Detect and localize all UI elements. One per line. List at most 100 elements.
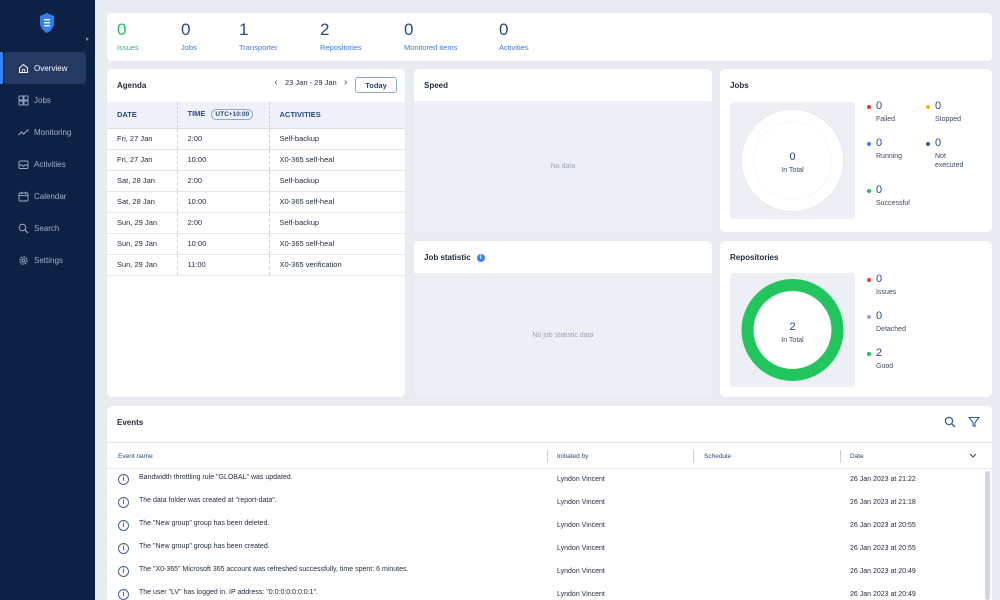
event-row[interactable]: i Bandwidth throttling rule "GLOBAL" was … [107, 470, 983, 493]
stat-jobs[interactable]: 0 Jobs [181, 20, 197, 52]
event-row[interactable]: i The "New group" group has been deleted.… [107, 516, 983, 539]
agenda-row[interactable]: Sun, 29 Jan 11:00 X0-365 verification [107, 254, 405, 276]
event-date: 26 Jan 2023 at 20:49 [850, 568, 916, 575]
jobs-donut-chart: 0 In Total [741, 109, 844, 212]
jobs-legend-running[interactable]: 0 Running [867, 137, 902, 161]
job-statistic-title: Job statistic [424, 253, 471, 262]
info-icon: i [118, 474, 129, 485]
event-initiated-by: Lyndon Vincent [557, 591, 605, 598]
repositories-legend-good[interactable]: 2 Good [867, 347, 893, 371]
event-name: The "New group" group has been created. [139, 543, 270, 550]
agenda-row[interactable]: Fri, 27 Jan 2:00 Self-backup [107, 128, 405, 150]
sidebar-item-label: Jobs [34, 95, 51, 105]
repositories-card: Repositories 2 In Total 0 Issues 0 Detac… [720, 241, 992, 397]
stat-value: 2 [320, 20, 330, 39]
info-icon: i [118, 520, 129, 531]
agenda-date: Sun, 29 Jan [107, 212, 177, 234]
column-divider[interactable] [693, 450, 694, 463]
stat-value: 0 [499, 20, 509, 39]
agenda-row[interactable]: Sat, 28 Jan 2:00 Self-backup [107, 170, 405, 192]
search-icon[interactable] [944, 416, 956, 428]
col-date[interactable]: Date [850, 443, 864, 470]
stat-label: Monitored items [404, 43, 458, 52]
agenda-activity: X0-365 verification [268, 254, 405, 276]
chevron-right-icon[interactable]: › [340, 77, 352, 88]
agenda-activity: X0-365 self-heal [268, 233, 405, 255]
jobs-legend-failed[interactable]: 0 Failed [867, 100, 895, 124]
agenda-date-nav: ‹ 23 Jan - 29 Jan › [270, 77, 352, 88]
agenda-row[interactable]: Fri, 27 Jan 10:00 X0-365 self-heal [107, 149, 405, 171]
event-initiated-by: Lyndon Vincent [557, 499, 605, 506]
status-dot [867, 315, 871, 320]
event-name: The "X0-365" Microsoft 365 account was r… [139, 566, 409, 573]
sidebar-item-calendar[interactable]: Calendar [0, 180, 95, 212]
shield-logo-icon[interactable] [38, 12, 56, 34]
repositories-legend-issues[interactable]: 0 Issues [867, 273, 896, 297]
events-scrollbar[interactable] [985, 471, 990, 600]
event-row[interactable]: i The "New group" group has been created.… [107, 539, 983, 562]
legend-value: 0 [876, 184, 883, 196]
home-icon [18, 63, 29, 74]
stat-label: Transporter [239, 43, 278, 52]
sidebar-item-jobs[interactable]: Jobs [0, 84, 95, 116]
status-dot [867, 278, 871, 283]
col-time: TIME UTC+10:00 [176, 102, 269, 129]
sidebar-item-search[interactable]: Search [0, 212, 95, 244]
jobs-total-value: 0 [789, 151, 795, 163]
agenda-table: DATE TIME UTC+10:00 ACTIVITIES Fri, 27 Ja… [107, 102, 405, 276]
event-row[interactable]: i The user "LV" has logged in. IP address… [107, 585, 983, 600]
column-divider[interactable] [840, 450, 841, 463]
collapse-arrow-icon[interactable] [86, 37, 89, 41]
stat-activities[interactable]: 0 Activities [499, 20, 529, 52]
event-name: The data folder was created at "report-d… [139, 497, 277, 504]
sidebar-item-overview[interactable]: Overview [0, 52, 86, 84]
today-button[interactable]: Today [355, 77, 397, 93]
jobs-legend-not-executed[interactable]: 0 Not executed [926, 137, 976, 170]
event-row[interactable]: i The data folder was created at "report-… [107, 493, 983, 516]
agenda-row[interactable]: Sun, 29 Jan 2:00 Self-backup [107, 212, 405, 234]
column-divider[interactable] [547, 450, 548, 463]
info-icon[interactable]: i [476, 253, 485, 262]
legend-label: Stopped [935, 116, 962, 123]
col-schedule[interactable]: Schedule [704, 443, 731, 470]
col-activities: ACTIVITIES [268, 102, 405, 129]
legend-label: Failed [876, 116, 896, 123]
stat-value: 1 [239, 20, 249, 39]
col-event-name[interactable]: Event name [118, 443, 153, 470]
agenda-time: 2:00 [176, 212, 269, 234]
stat-monitored-items[interactable]: 0 Monitored items [404, 20, 457, 52]
col-initiated-by[interactable]: Initiated by [557, 443, 588, 470]
chevron-down-icon[interactable] [969, 453, 977, 459]
event-row[interactable]: i The "X0-365" Microsoft 365 account was … [107, 562, 983, 585]
sidebar-item-activities[interactable]: Activities [0, 148, 95, 180]
stat-label: Jobs [181, 43, 197, 52]
chevron-left-icon[interactable]: ‹ [270, 77, 282, 88]
agenda-time: 2:00 [176, 128, 269, 150]
jobs-legend-successful[interactable]: 0 Successful [867, 184, 910, 208]
stat-issues[interactable]: 0 Issues [117, 20, 139, 52]
event-initiated-by: Lyndon Vincent [557, 522, 605, 529]
repositories-total-label: In Total [781, 337, 804, 344]
calendar-icon [18, 191, 29, 202]
sidebar-item-label: Overview [34, 63, 68, 73]
repositories-legend-detached[interactable]: 0 Detached [867, 310, 906, 334]
sidebar-item-settings[interactable]: Settings [0, 244, 95, 276]
stat-repositories[interactable]: 2 Repositories [320, 20, 362, 52]
speed-title: Speed [424, 81, 449, 90]
agenda-date: Fri, 27 Jan [107, 149, 177, 171]
agenda-row[interactable]: Sun, 29 Jan 10:00 X0-365 self-heal [107, 233, 405, 255]
sidebar-item-monitoring[interactable]: Monitoring [0, 116, 95, 148]
filter-icon[interactable] [968, 416, 980, 428]
repositories-title: Repositories [730, 253, 779, 262]
chart-icon [18, 127, 29, 138]
inbox-icon [18, 159, 29, 170]
stat-transporter[interactable]: 1 Transporter [239, 20, 278, 52]
legend-label: Issues [876, 289, 897, 296]
timezone-pill[interactable]: UTC+10:00 [211, 109, 254, 121]
summary-stats-bar: 0 Issues 0 Jobs 1 Transporter 2 Reposito… [107, 13, 992, 61]
agenda-time: 10:00 [176, 149, 269, 171]
jobs-legend-stopped[interactable]: 0 Stopped [926, 100, 961, 124]
agenda-row[interactable]: Sat, 28 Jan 10:00 X0-365 self-heal [107, 191, 405, 213]
grid-icon [18, 95, 29, 106]
agenda-time: 2:00 [176, 170, 269, 192]
